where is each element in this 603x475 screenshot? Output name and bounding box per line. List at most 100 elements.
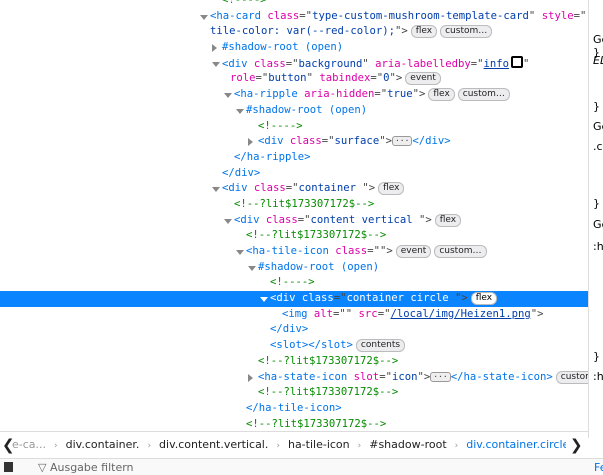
node-token: =" <box>321 135 335 148</box>
trash-icon[interactable] <box>4 462 13 472</box>
node-token: =" <box>573 9 587 22</box>
markup-node[interactable]: <!----> <box>0 119 588 135</box>
markup-node[interactable]: <ha-state-icon slot="icon"> ··· </ha-state… <box>0 370 588 386</box>
node-badge[interactable]: flex <box>470 292 498 306</box>
collapsed-triangle-icon[interactable] <box>248 138 253 147</box>
rule-selector: EL <box>593 54 603 67</box>
markup-node[interactable]: </ha-tile-icon> <box>0 401 588 417</box>
breadcrumb-item[interactable]: div.container.circle. <box>466 438 566 451</box>
markup-node[interactable]: <slot></slot> contents <box>0 338 588 354</box>
markup-node[interactable]: <div class="container circle "> flex <box>0 291 588 307</box>
node-token: content vertical <box>310 213 419 226</box>
markup-node[interactable]: <ha-tile-icon class=""> event custom… <box>0 244 588 260</box>
expand-triangle-icon[interactable] <box>200 14 208 20</box>
node-badge[interactable]: flex <box>378 182 405 196</box>
node-token: " <box>528 9 542 22</box>
node-content: </div> <box>222 166 260 182</box>
node-content: <!--?lit$173307172$--> <box>246 417 386 431</box>
expand-ellipsis-button[interactable]: ··· <box>430 371 451 382</box>
expand-triangle-icon[interactable] <box>236 108 244 114</box>
node-token: "> <box>379 135 392 148</box>
filter-placeholder: Ausgabe filtern <box>49 461 134 474</box>
expand-triangle-icon[interactable] <box>224 218 232 224</box>
rule-selector: .c <box>593 140 603 153</box>
expand-ellipsis-button[interactable]: ··· <box>391 136 413 147</box>
markup-node[interactable]: <ha-ripple aria-hidden="true"> flex custom… <box>0 87 588 103</box>
breadcrumb-item[interactable]: ha-tile-icon <box>288 438 350 451</box>
node-token: alt <box>313 307 334 320</box>
expand-triangle-icon[interactable] <box>212 187 220 193</box>
markup-node[interactable]: <!--?lit$173307172$--> <box>0 385 588 401</box>
node-token: container <box>298 182 363 195</box>
markup-tree[interactable]: <!----> <ha-card class="type-custom-mushr… <box>0 0 588 431</box>
breadcrumb-separator: › <box>276 441 280 451</box>
markup-node[interactable]: </div> <box>0 322 588 338</box>
node-badge[interactable]: flex <box>434 213 462 227</box>
crosshair-icon[interactable] <box>511 55 524 68</box>
breadcrumb-item[interactable]: #shadow-root <box>369 438 446 451</box>
console-right-label[interactable]: Fe <box>594 461 603 474</box>
node-token: <div <box>270 292 302 305</box>
node-badge[interactable]: custom… <box>555 370 588 384</box>
node-token: role <box>230 72 256 85</box>
node-badge[interactable]: flex <box>410 25 438 39</box>
node-token: <slot></slot> <box>270 339 353 352</box>
node-token: slot <box>353 370 380 383</box>
filter-input[interactable]: ▽ Ausgabe filtern <box>38 461 134 474</box>
markup-node[interactable]: #shadow-root (open) <box>0 103 588 119</box>
node-token: " <box>523 57 530 70</box>
markup-node[interactable]: <div class="background" aria-labelledby=… <box>0 55 588 73</box>
node-token: tile-color: var(--red-color); <box>210 25 395 38</box>
expand-triangle-icon[interactable] <box>224 93 232 99</box>
markup-node[interactable]: tile-color: var(--red-color);"> flex custo… <box>0 24 588 40</box>
markup-node[interactable]: <ha-card class="type-custom-mushroom-tem… <box>0 9 588 25</box>
markup-node[interactable]: <!--?lit$173307172$--> <box>0 417 588 431</box>
markup-node[interactable]: </div> <box>0 166 588 182</box>
node-badge[interactable]: contents <box>355 339 406 353</box>
markup-node[interactable]: <img alt="" src="/local/img/Heizen1.png"… <box>0 307 588 323</box>
node-content: <div class="surface"> ··· </div> <box>258 134 451 150</box>
node-badge[interactable]: custom… <box>457 88 510 102</box>
node-link[interactable]: /local/img/Heizen1.png <box>390 308 530 320</box>
node-content: <div class="background" aria-labelledby=… <box>222 55 530 73</box>
node-token: icon <box>391 370 418 383</box>
breadcrumb-item[interactable]: div.container. <box>66 438 140 451</box>
node-badge[interactable]: event <box>405 72 441 86</box>
expand-triangle-icon[interactable] <box>248 265 256 271</box>
node-badge[interactable]: custom… <box>440 25 493 39</box>
breadcrumb-item[interactable]: e-ca... <box>12 438 46 451</box>
markup-node[interactable]: <div class="surface"> ··· </div> <box>0 134 588 150</box>
node-token: "> <box>412 88 426 101</box>
markup-node[interactable]: #shadow-root (open) <box>0 260 588 276</box>
node-link[interactable]: info <box>484 58 510 70</box>
markup-node[interactable]: <div class="content vertical "> flex <box>0 213 588 229</box>
markup-node[interactable]: #shadow-root (open) <box>0 40 588 56</box>
node-badge[interactable]: flex <box>428 88 455 102</box>
node-token: #shadow-root (open) <box>246 103 368 116</box>
markup-node[interactable]: <!--?lit$173307172$--> <box>0 354 588 370</box>
markup-node[interactable]: <!--?lit$173307172$--> <box>0 197 588 213</box>
markup-node[interactable]: role="button" tabindex="0"> event <box>0 71 588 87</box>
node-content: <!--?lit$173307172$--> <box>258 354 398 370</box>
markup-node[interactable]: <div class="container "> flex <box>0 181 588 197</box>
collapsed-triangle-icon[interactable] <box>248 373 253 382</box>
node-content: <!--?lit$173307172$--> <box>246 228 386 244</box>
node-content: <!----> <box>258 119 303 135</box>
markup-node[interactable]: <!--?lit$173307172$--> <box>0 228 588 244</box>
breadcrumb-item[interactable]: div.content.vertical. <box>159 438 268 451</box>
rule-close: } <box>593 100 600 113</box>
markup-node[interactable]: <!----> <box>0 275 588 291</box>
markup-node[interactable]: <!----> <box>0 0 588 9</box>
collapsed-triangle-icon[interactable] <box>212 44 217 53</box>
expand-triangle-icon[interactable] <box>260 297 268 303</box>
node-token: =" <box>299 9 313 22</box>
node-badge[interactable]: custom… <box>434 245 487 258</box>
rule-header: Ge <box>593 33 603 46</box>
node-token: =""> <box>367 245 393 257</box>
node-badge[interactable]: event <box>395 245 432 258</box>
node-content: <ha-tile-icon class=""> event custom… <box>246 244 487 260</box>
scroll-right-icon[interactable]: ❯ <box>570 432 583 458</box>
expand-triangle-icon[interactable] <box>212 61 220 67</box>
expand-triangle-icon[interactable] <box>236 250 244 255</box>
markup-node[interactable]: </ha-ripple> <box>0 150 588 166</box>
